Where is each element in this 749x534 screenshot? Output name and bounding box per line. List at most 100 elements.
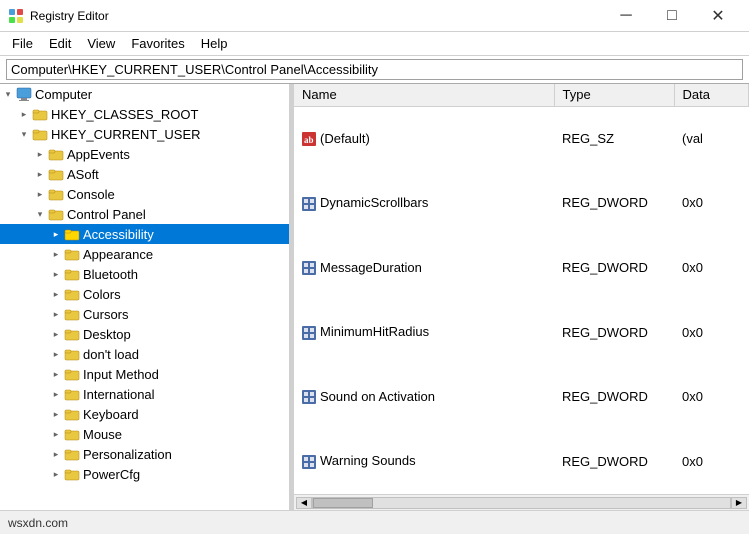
table-row[interactable]: MinimumHitRadiusREG_DWORD0x0	[294, 300, 749, 365]
expand-icon-personalization[interactable]: ▸	[48, 446, 64, 462]
cell-type: REG_DWORD	[554, 235, 674, 300]
expand-icon-colors[interactable]: ▸	[48, 286, 64, 302]
cell-data: 0x0	[674, 235, 749, 300]
folder-icon-keyboard	[64, 406, 80, 422]
tree-item-international[interactable]: ▸ International	[0, 384, 289, 404]
cell-data: 0x0	[674, 364, 749, 429]
table-row[interactable]: Sound on ActivationREG_DWORD0x0	[294, 364, 749, 429]
cell-data: (val	[674, 106, 749, 171]
folder-icon-powercfg	[64, 466, 80, 482]
table-row[interactable]: DynamicScrollbarsREG_DWORD0x0	[294, 171, 749, 236]
expand-icon-mouse[interactable]: ▸	[48, 426, 64, 442]
expand-icon-control-panel[interactable]: ▾	[32, 206, 48, 222]
tree-item-accessibility[interactable]: ▸ Accessibility	[0, 224, 289, 244]
expand-icon-console[interactable]: ▸	[32, 186, 48, 202]
tree-item-dontload[interactable]: ▸ don't load	[0, 344, 289, 364]
folder-icon-accessibility	[64, 226, 80, 242]
expand-icon-appevents[interactable]: ▸	[32, 146, 48, 162]
expand-icon-cursors[interactable]: ▸	[48, 306, 64, 322]
expand-icon-keyboard[interactable]: ▸	[48, 406, 64, 422]
tree-item-cursors[interactable]: ▸ Cursors	[0, 304, 289, 324]
scroll-left-arrow[interactable]: ◀	[296, 497, 312, 509]
title-bar-left: Registry Editor	[8, 8, 109, 24]
col-type[interactable]: Type	[554, 84, 674, 106]
tree-item-keyboard[interactable]: ▸ Keyboard	[0, 404, 289, 424]
expand-icon-asoft[interactable]: ▸	[32, 166, 48, 182]
tree-item-hkey-current[interactable]: ▾ HKEY_CURRENT_USER	[0, 124, 289, 144]
tree-item-bluetooth[interactable]: ▸ Bluetooth	[0, 264, 289, 284]
cell-data: 0x0	[674, 429, 749, 494]
tree-label-powercfg: PowerCfg	[83, 467, 140, 482]
status-text: wsxdn.com	[8, 516, 68, 530]
expand-icon-bluetooth[interactable]: ▸	[48, 266, 64, 282]
tree-label-inputmethod: Input Method	[83, 367, 159, 382]
menu-item-edit[interactable]: Edit	[41, 34, 79, 53]
tree-item-personalization[interactable]: ▸ Personalization	[0, 444, 289, 464]
tree-label-desktop: Desktop	[83, 327, 131, 342]
menu-item-help[interactable]: Help	[193, 34, 236, 53]
table-row[interactable]: Warning SoundsREG_DWORD0x0	[294, 429, 749, 494]
close-button[interactable]: ✕	[695, 0, 741, 32]
expand-icon-inputmethod[interactable]: ▸	[48, 366, 64, 382]
folder-icon-colors	[64, 286, 80, 302]
tree-item-desktop[interactable]: ▸ Desktop	[0, 324, 289, 344]
tree-label-appearance: Appearance	[83, 247, 153, 262]
title-bar: Registry Editor ─ □ ✕	[0, 0, 749, 32]
tree-item-hkey-classes[interactable]: ▸ HKEY_CLASSES_ROOT	[0, 104, 289, 124]
tree-item-inputmethod[interactable]: ▸ Input Method	[0, 364, 289, 384]
tree-label-dontload: don't load	[83, 347, 139, 362]
tree-wrapper: ▾ Computer▸ HKEY_CLASSES_ROOT▾ HKEY_CURR…	[0, 84, 289, 510]
address-bar	[0, 56, 749, 84]
scroll-track[interactable]	[312, 497, 731, 509]
menu-item-favorites[interactable]: Favorites	[123, 34, 192, 53]
expand-icon-hkey-current[interactable]: ▾	[16, 126, 32, 142]
expand-icon-desktop[interactable]: ▸	[48, 326, 64, 342]
scroll-right-arrow[interactable]: ▶	[731, 497, 747, 509]
tree-item-appevents[interactable]: ▸ AppEvents	[0, 144, 289, 164]
col-data[interactable]: Data	[674, 84, 749, 106]
right-panel: Name Type Data ab (Default)REG_SZ(val Dy…	[294, 84, 749, 510]
folder-icon-hkey-classes	[32, 106, 48, 122]
tree-label-hkey-current: HKEY_CURRENT_USER	[51, 127, 201, 142]
tree-items-container: ▾ Computer▸ HKEY_CLASSES_ROOT▾ HKEY_CURR…	[0, 84, 289, 510]
col-name[interactable]: Name	[294, 84, 554, 106]
tree-item-appearance[interactable]: ▸ Appearance	[0, 244, 289, 264]
maximize-button[interactable]: □	[649, 0, 695, 32]
tree-item-mouse[interactable]: ▸ Mouse	[0, 424, 289, 444]
tree-item-powercfg[interactable]: ▸ PowerCfg	[0, 464, 289, 484]
tree-item-colors[interactable]: ▸ Colors	[0, 284, 289, 304]
tree-item-console[interactable]: ▸ Console	[0, 184, 289, 204]
expand-icon-accessibility[interactable]: ▸	[48, 226, 64, 242]
horizontal-scrollbar[interactable]: ◀ ▶	[294, 494, 749, 510]
svg-text:ab: ab	[304, 135, 314, 145]
expand-icon-appearance[interactable]: ▸	[48, 246, 64, 262]
expand-icon-powercfg[interactable]: ▸	[48, 466, 64, 482]
expand-icon-hkey-classes[interactable]: ▸	[16, 106, 32, 122]
tree-label-control-panel: Control Panel	[67, 207, 146, 222]
window-controls: ─ □ ✕	[603, 0, 741, 32]
tree-label-accessibility: Accessibility	[83, 227, 154, 242]
tree-panel[interactable]: ▾ Computer▸ HKEY_CLASSES_ROOT▾ HKEY_CURR…	[0, 84, 290, 510]
minimize-button[interactable]: ─	[603, 0, 649, 32]
tree-item-computer[interactable]: ▾ Computer	[0, 84, 289, 104]
table-row[interactable]: MessageDurationREG_DWORD0x0	[294, 235, 749, 300]
expand-icon-dontload[interactable]: ▸	[48, 346, 64, 362]
status-bar: wsxdn.com	[0, 510, 749, 534]
main-content: ▾ Computer▸ HKEY_CLASSES_ROOT▾ HKEY_CURR…	[0, 84, 749, 510]
menu-item-file[interactable]: File	[4, 34, 41, 53]
tree-label-international: International	[83, 387, 155, 402]
folder-icon-appearance	[64, 246, 80, 262]
cell-name: MessageDuration	[294, 235, 554, 300]
tree-item-control-panel[interactable]: ▾ Control Panel	[0, 204, 289, 224]
expand-icon-computer[interactable]: ▾	[0, 86, 16, 102]
table-row[interactable]: ab (Default)REG_SZ(val	[294, 106, 749, 171]
folder-icon-control-panel	[48, 206, 64, 222]
tree-label-colors: Colors	[83, 287, 121, 302]
folder-icon-inputmethod	[64, 366, 80, 382]
address-input[interactable]	[6, 59, 743, 80]
tree-label-appevents: AppEvents	[67, 147, 130, 162]
expand-icon-international[interactable]: ▸	[48, 386, 64, 402]
menu-item-view[interactable]: View	[79, 34, 123, 53]
tree-item-asoft[interactable]: ▸ ASoft	[0, 164, 289, 184]
scroll-thumb[interactable]	[313, 498, 373, 508]
